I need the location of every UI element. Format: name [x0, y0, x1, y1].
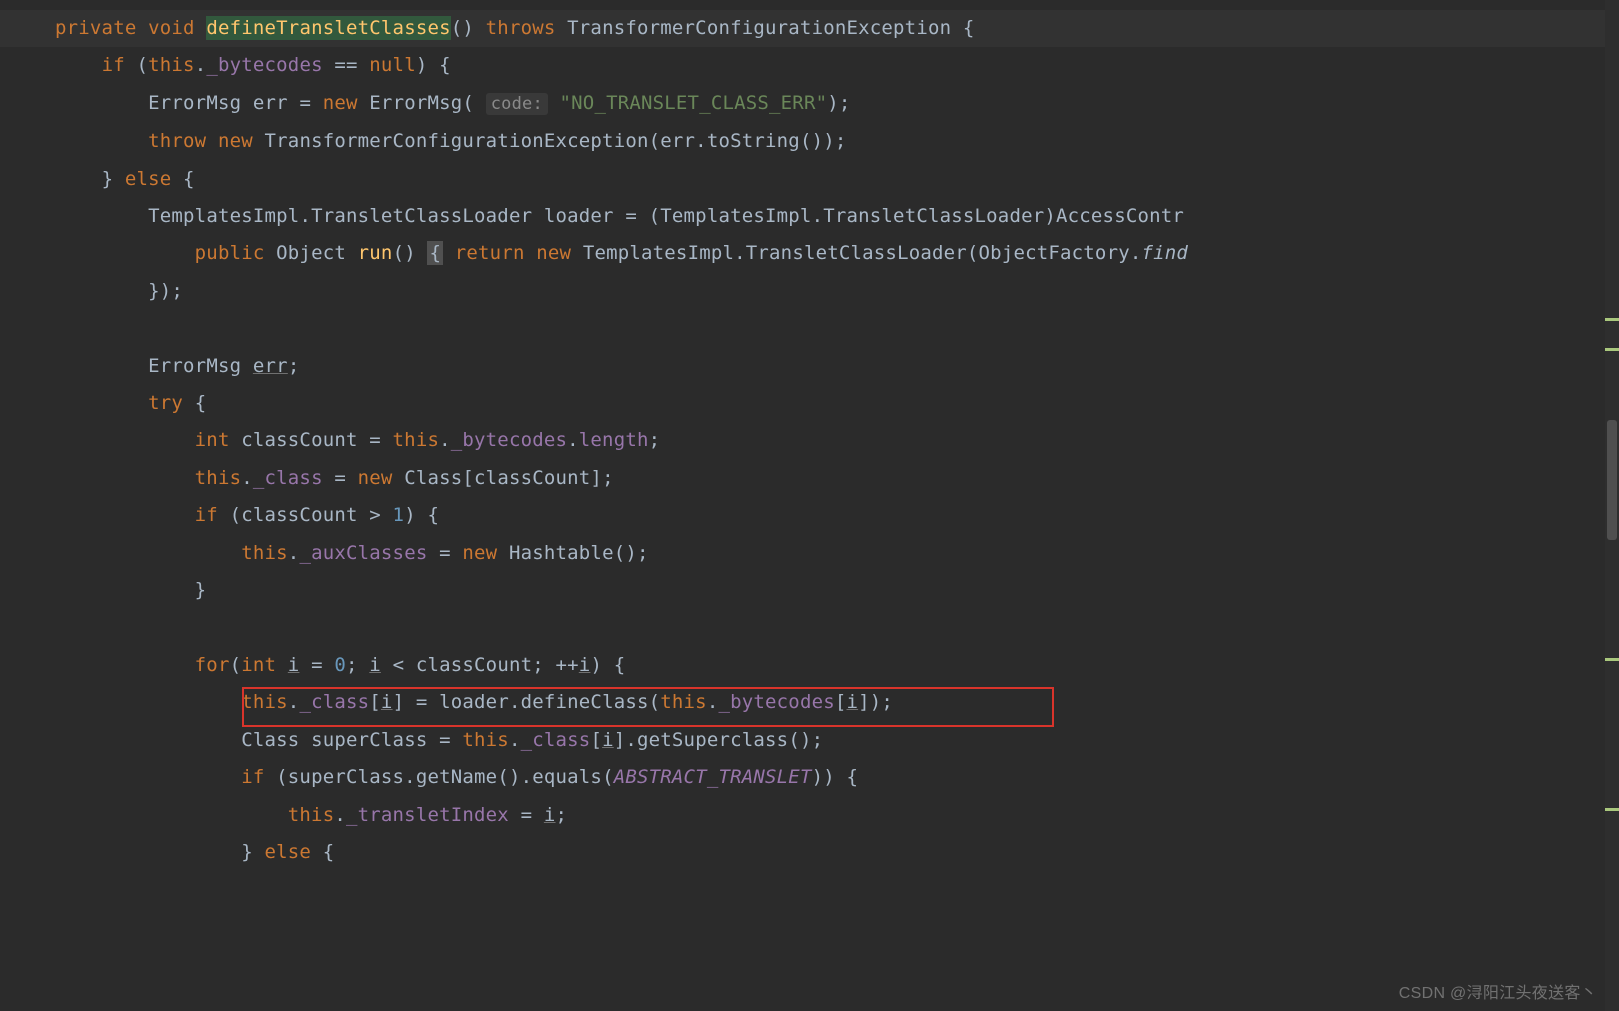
type-hashtable: Hashtable — [509, 542, 614, 564]
field-class: _class — [253, 467, 323, 489]
keyword-this: this — [148, 54, 195, 76]
type-object: Object — [276, 242, 346, 264]
code-area[interactable]: private void defineTransletClasses() thr… — [0, 10, 1619, 871]
method-name: defineTransletClasses — [206, 16, 450, 40]
scrollbar-thumb[interactable] — [1607, 420, 1617, 540]
type-transletclassloader: TransletClassLoader — [311, 205, 532, 227]
keyword-if: if — [102, 54, 125, 76]
method-tostring: toString — [707, 130, 800, 152]
method-find: find — [1142, 242, 1189, 264]
type-exception: TransformerConfigurationException — [567, 17, 951, 39]
scrollbar-track[interactable] — [1605, 0, 1619, 1011]
string-literal: "NO_TRANSLET_CLASS_ERR" — [560, 92, 828, 114]
keyword-try: try — [148, 392, 183, 414]
code-editor[interactable]: private void defineTransletClasses() thr… — [0, 0, 1619, 1011]
field-length: length — [579, 429, 649, 451]
method-getname: getName — [416, 766, 497, 788]
var-i: i — [288, 654, 300, 676]
type-templatesimpl: TemplatesImpl — [148, 205, 299, 227]
keyword-throws: throws — [486, 17, 556, 39]
keyword-throw: throw — [148, 130, 206, 152]
method-equals: equals — [532, 766, 602, 788]
var-superclass: superClass — [311, 729, 427, 751]
var-loader: loader — [544, 205, 614, 227]
type-accesscontr: AccessContr — [1056, 205, 1184, 227]
keyword-void: void — [148, 17, 195, 39]
var-err: err — [253, 92, 288, 114]
type-class: Class — [404, 467, 462, 489]
method-getsuperclass: getSuperclass — [637, 729, 788, 751]
brace-highlight: { — [427, 241, 443, 265]
field-bytecodes: _bytecodes — [206, 54, 322, 76]
var-classcount: classCount — [241, 429, 357, 451]
type-objectfactory: ObjectFactory — [979, 242, 1130, 264]
scrollbar-mark — [1605, 808, 1619, 811]
keyword-int: int — [195, 429, 230, 451]
scrollbar-mark — [1605, 348, 1619, 351]
keyword-private: private — [55, 17, 136, 39]
method-run: run — [358, 242, 393, 264]
watermark-text: CSDN @浔阳江头夜送客丶 — [1399, 979, 1597, 1003]
keyword-new: new — [323, 92, 358, 114]
keyword-public: public — [195, 242, 265, 264]
number-literal-1: 1 — [393, 504, 405, 526]
var-err-underlined: err — [253, 355, 288, 377]
scrollbar-mark — [1605, 658, 1619, 661]
type-errormsg: ErrorMsg — [148, 92, 241, 114]
scrollbar-mark — [1605, 318, 1619, 321]
number-literal-0: 0 — [334, 654, 346, 676]
field-auxclasses: _auxClasses — [299, 542, 427, 564]
method-defineclass: defineClass — [521, 691, 649, 713]
keyword-null: null — [369, 54, 416, 76]
keyword-for: for — [195, 654, 230, 676]
param-hint-code: code: — [486, 93, 548, 115]
keyword-return: return — [455, 242, 525, 264]
constant-abstract-translet: ABSTRACT_TRANSLET — [614, 766, 812, 788]
field-transletindex: _transletIndex — [346, 804, 509, 826]
keyword-else: else — [125, 168, 172, 190]
